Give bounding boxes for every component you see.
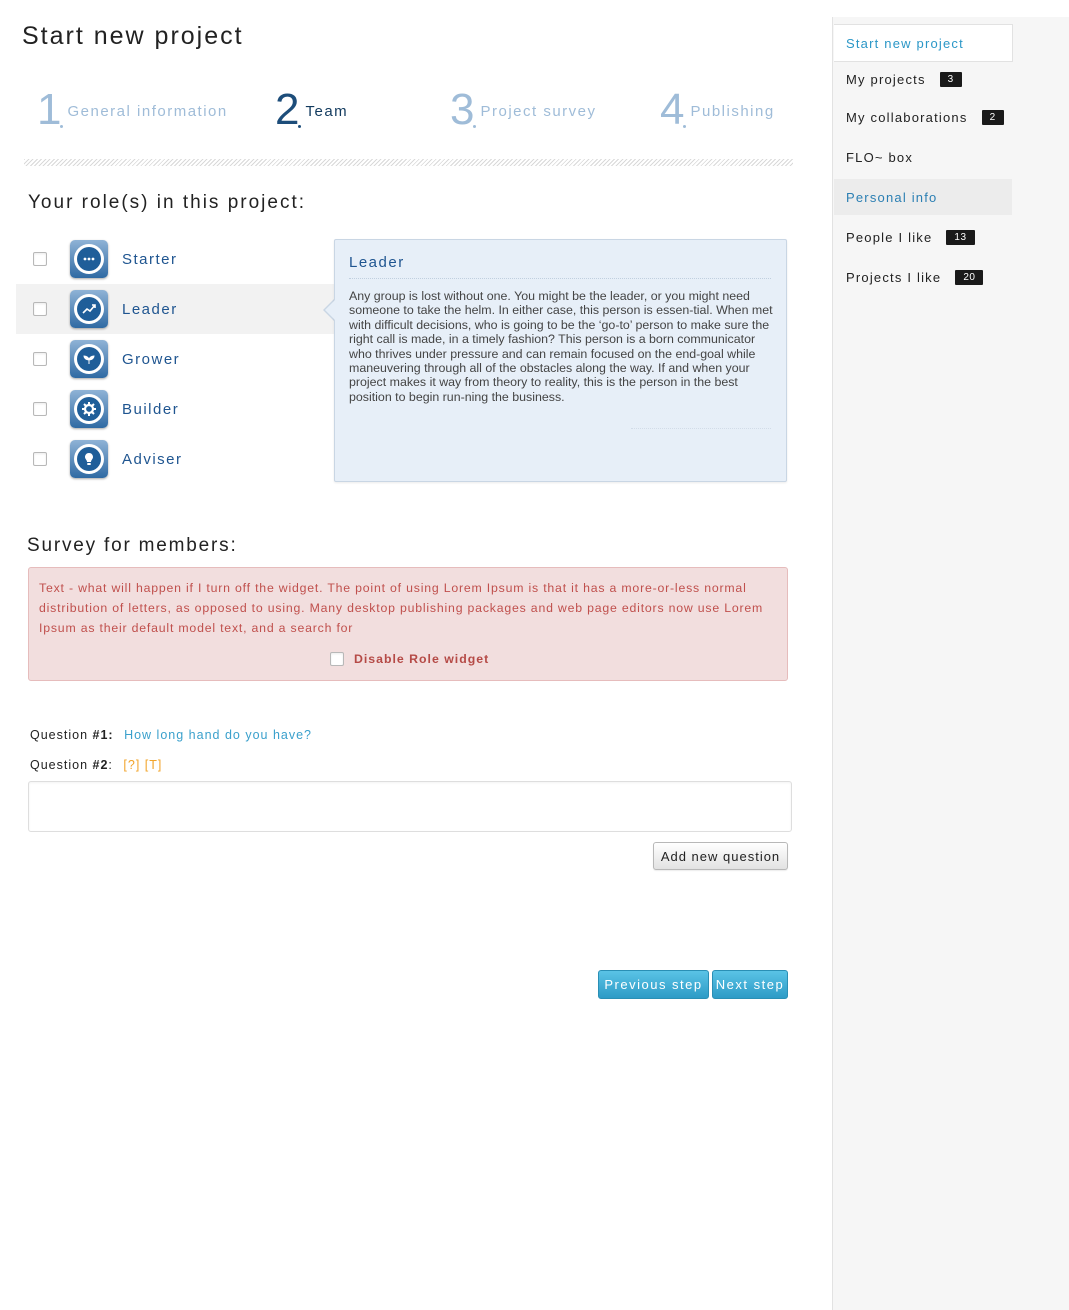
role-checkbox[interactable] [33, 302, 47, 316]
question-number: #2 [92, 758, 109, 772]
sidebar-item-flo-box[interactable]: FLO~ box [834, 139, 1012, 175]
disable-role-widget-label: Disable Role widget [354, 652, 490, 666]
question-suffix: : [108, 758, 113, 772]
lightbulb-icon [70, 440, 108, 478]
sidebar-item-label: People I like [846, 229, 933, 245]
count-badge: 3 [939, 71, 962, 87]
alert-text: Text - what will happen if I turn off th… [39, 581, 764, 635]
description-pointer-fill [325, 300, 335, 320]
sidebar-item-label: Personal info [846, 189, 938, 205]
role-checkbox[interactable] [33, 252, 47, 266]
role-checkbox[interactable] [33, 352, 47, 366]
page-title: Start new project [22, 22, 244, 50]
sprout-icon [70, 340, 108, 378]
role-label: Grower [122, 350, 181, 368]
step-general-information[interactable]: 1 General information [37, 88, 228, 138]
role-checkbox[interactable] [33, 452, 47, 466]
trend-chart-icon [70, 290, 108, 328]
question-tools[interactable]: [?] [T] [123, 758, 162, 772]
disable-role-widget-toggle[interactable]: Disable Role widget [330, 652, 489, 666]
sidebar-item-label: Start new project [846, 35, 964, 51]
question-text-link[interactable]: How long hand do you have? [124, 728, 312, 742]
role-label: Builder [122, 400, 180, 418]
widget-warning-alert: Text - what will happen if I turn off th… [28, 567, 788, 681]
sidebar-item-my-collaborations[interactable]: My collaborations 2 [834, 99, 1012, 135]
role-row-grower[interactable]: Grower [16, 334, 334, 384]
previous-step-button[interactable]: Previous step [598, 970, 709, 999]
role-row-builder[interactable]: Builder [16, 384, 334, 434]
sidebar-item-my-projects[interactable]: My projects 3 [834, 61, 1012, 97]
role-description-panel: Leader Any group is lost without one. Yo… [334, 239, 787, 482]
step-number: 4 [660, 85, 688, 134]
steps-divider [24, 159, 793, 166]
count-badge: 2 [981, 109, 1004, 125]
role-label: Starter [122, 250, 178, 268]
next-step-button[interactable]: Next step [712, 970, 788, 999]
role-checkbox[interactable] [33, 402, 47, 416]
sidebar-item-label: My projects [846, 71, 926, 87]
step-label: General information [67, 103, 228, 120]
gear-icon [70, 390, 108, 428]
step-label: Team [305, 103, 349, 120]
sidebar-item-people-i-like[interactable]: People I like 13 [834, 219, 1012, 255]
sidebar-item-personal-info[interactable]: Personal info [834, 179, 1012, 215]
question-row-2: Question #2: [?] [T] [30, 758, 162, 772]
role-row-leader[interactable]: Leader [16, 284, 334, 334]
add-new-question-button[interactable]: Add new question [653, 842, 788, 870]
step-team[interactable]: 2 Team [275, 88, 348, 138]
role-description-title: Leader [349, 254, 405, 271]
sidebar-item-label: FLO~ box [846, 149, 914, 165]
sidebar-item-label: Projects I like [846, 269, 942, 285]
step-number: 3 [450, 85, 478, 134]
step-publishing[interactable]: 4 Publishing [660, 88, 775, 138]
count-badge: 13 [946, 229, 975, 245]
role-description-text: Any group is lost without one. You might… [349, 289, 773, 404]
description-divider [631, 428, 771, 429]
disable-role-widget-checkbox[interactable] [330, 652, 344, 666]
question-prefix: Question [30, 758, 93, 772]
question-prefix: Question [30, 728, 93, 742]
role-row-adviser[interactable]: Adviser [16, 434, 334, 484]
description-divider [349, 278, 771, 279]
sidebar-item-label: My collaborations [846, 109, 968, 125]
role-label: Leader [122, 300, 178, 318]
step-project-survey[interactable]: 3 Project survey [450, 88, 597, 138]
step-number: 1 [37, 85, 65, 134]
step-number: 2 [275, 85, 303, 134]
step-label: Project survey [480, 103, 597, 120]
chat-bubble-icon [70, 240, 108, 278]
role-row-starter[interactable]: Starter [16, 234, 334, 284]
question-number: #1 [92, 728, 109, 742]
step-label: Publishing [690, 103, 775, 120]
role-label: Adviser [122, 450, 183, 468]
new-question-input[interactable] [28, 781, 792, 832]
sidebar: Start new project My projects 3 My colla… [832, 17, 1069, 1310]
count-badge: 20 [955, 269, 984, 285]
question-suffix: : [108, 728, 114, 742]
roles-section-title: Your role(s) in this project: [28, 192, 307, 213]
question-row-1: Question #1: How long hand do you have? [30, 728, 312, 742]
sidebar-item-start-new-project[interactable]: Start new project [834, 24, 1013, 62]
sidebar-item-projects-i-like[interactable]: Projects I like 20 [834, 259, 1012, 295]
survey-section-title: Survey for members: [27, 535, 238, 556]
